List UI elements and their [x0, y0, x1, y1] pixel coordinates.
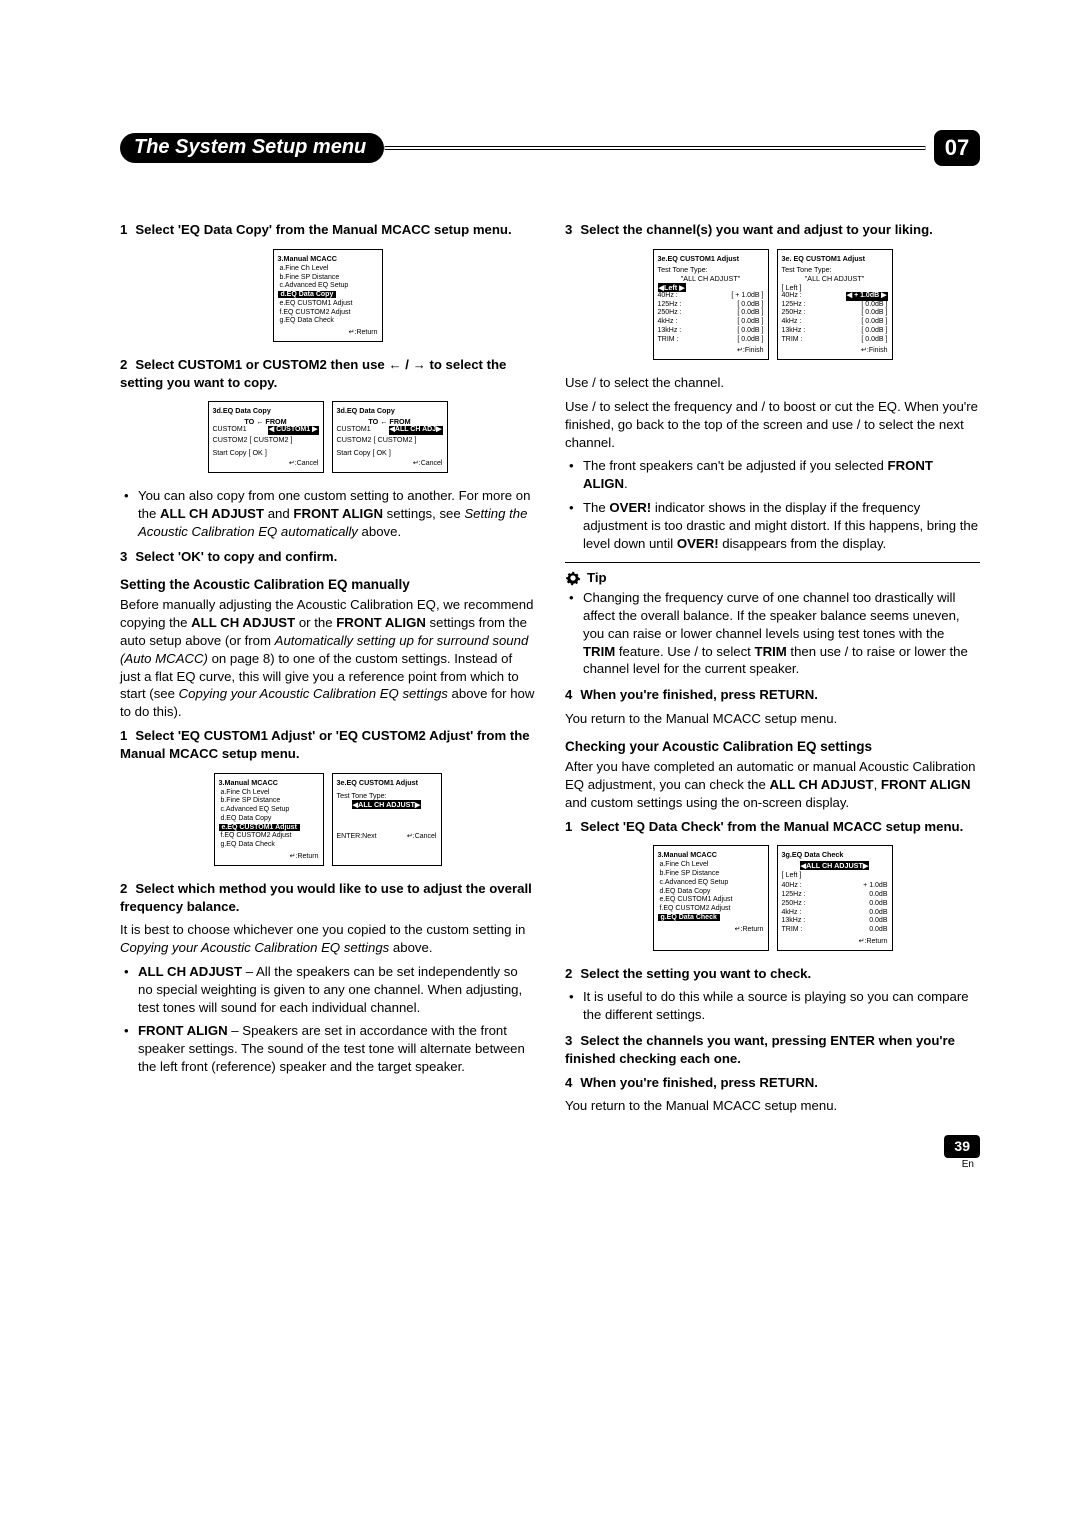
paragraph: Before manually adjusting the Acoustic C…: [120, 596, 535, 721]
left-column: 1 Select 'EQ Data Copy' from the Manual M…: [120, 221, 535, 1172]
paragraph: You return to the Manual MCACC setup men…: [565, 710, 980, 728]
step-label: Select the channels you want, pressing E…: [565, 1033, 955, 1066]
method-all-ch: ALL CH ADJUST – All the speakers can be …: [138, 963, 535, 1016]
note-list: It is useful to do this while a source i…: [565, 988, 980, 1024]
cstep-3: 3Select the channels you want, pressing …: [565, 1032, 980, 1068]
tip-list: Changing the frequency curve of one chan…: [565, 589, 980, 678]
lcd-panel-custom-adjust: 3e.EQ CUSTOM1 AdjustTest Tone Type:◀ALL …: [332, 773, 442, 866]
paragraph: After you have completed an automatic or…: [565, 758, 980, 811]
instruction: Use / to select the channel.: [565, 374, 980, 392]
method-list: ALL CH ADJUST – All the speakers can be …: [120, 963, 535, 1076]
header-rule: [384, 146, 926, 150]
step-label: Select CUSTOM1 or CUSTOM2 then use ← / →…: [120, 357, 506, 390]
step-num: 2: [120, 881, 127, 896]
two-column-layout: 1 Select 'EQ Data Copy' from the Manual M…: [120, 221, 980, 1172]
lcd-panel-data-check: 3g.EQ Data Check◀ALL CH ADJUST▶[ Left ]4…: [777, 845, 893, 950]
panel-group-3: 3.Manual MCACC a.Fine Ch Level b.Fine SP…: [120, 773, 535, 866]
lcd-panel-copy-a: 3d.EQ Data CopyTO ← FROMCUSTOM1◀ CUSTOM1…: [208, 401, 324, 473]
cstep-4: 4 When you're finished, press RETURN.: [565, 1074, 980, 1092]
step-num: 2: [120, 357, 127, 372]
page-footer: 39 En: [565, 1135, 980, 1171]
chapter-number-badge: 07: [934, 130, 980, 166]
panel-group-5: 3.Manual MCACC a.Fine Ch Level b.Fine SP…: [565, 845, 980, 950]
section-title: The System Setup menu: [120, 133, 384, 163]
page: The System Setup menu 07 1 Select 'EQ Dat…: [0, 0, 1080, 1212]
lcd-panel-mcacc-2: 3.Manual MCACC a.Fine Ch Level b.Fine SP…: [214, 773, 324, 866]
page-header: The System Setup menu 07: [120, 130, 980, 166]
step-label: Select 'OK' to copy and confirm.: [135, 549, 337, 564]
step-3: 3 Select 'OK' to copy and confirm.: [120, 548, 535, 566]
subheading-check-eq: Checking your Acoustic Calibration EQ se…: [565, 738, 980, 756]
cstep-1: 1 Select 'EQ Data Check' from the Manual …: [565, 818, 980, 836]
step-num: 4: [565, 1075, 572, 1090]
step-label: When you're finished, press RETURN.: [580, 1075, 818, 1090]
lcd-panel-adjust-b: 3e. EQ CUSTOM1 AdjustTest Tone Type:"ALL…: [777, 249, 893, 360]
tip-heading: Tip: [565, 562, 980, 587]
page-language: En: [565, 1158, 980, 1172]
gear-icon: [565, 570, 581, 586]
step-1: 1 Select 'EQ Data Copy' from the Manual M…: [120, 221, 535, 239]
step-num: 1: [120, 222, 127, 237]
cstep-2: 2 Select the setting you want to check.: [565, 965, 980, 983]
lcd-panel-copy-b: 3d.EQ Data CopyTO ← FROMCUSTOM1◀ALL CH A…: [332, 401, 448, 473]
panel-group-1: 3.Manual MCACC a.Fine Ch Level b.Fine SP…: [120, 249, 535, 342]
panel-group-2: 3d.EQ Data CopyTO ← FROMCUSTOM1◀ CUSTOM1…: [120, 401, 535, 473]
tip-label: Tip: [587, 569, 607, 587]
note-list: You can also copy from one custom settin…: [120, 487, 535, 540]
step-label: Select the channel(s) you want and adjus…: [580, 222, 932, 237]
note-item: The OVER! indicator shows in the display…: [583, 499, 980, 552]
step-num: 1: [120, 728, 127, 743]
notes-right: The front speakers can't be adjusted if …: [565, 457, 980, 552]
step-num: 1: [565, 819, 572, 834]
step-num: 2: [565, 966, 572, 981]
note-item: The front speakers can't be adjusted if …: [583, 457, 980, 493]
subheading-manual-eq: Setting the Acoustic Calibration EQ manu…: [120, 576, 535, 594]
right-column: 3 Select the channel(s) you want and adju…: [565, 221, 980, 1172]
step-num: 4: [565, 687, 572, 702]
paragraph: It is best to choose whichever one you c…: [120, 921, 535, 957]
step-label: Select which method you would like to us…: [120, 881, 532, 914]
lcd-panel-mcacc: 3.Manual MCACC a.Fine Ch Level b.Fine SP…: [273, 249, 383, 342]
step-label: Select the setting you want to check.: [580, 966, 811, 981]
note-item: You can also copy from one custom settin…: [138, 487, 535, 540]
instruction: Use / to select the frequency and / to b…: [565, 398, 980, 451]
lcd-panel-adjust-a: 3e.EQ CUSTOM1 AdjustTest Tone Type:"ALL …: [653, 249, 769, 360]
note-item: It is useful to do this while a source i…: [583, 988, 980, 1024]
method-front-align: FRONT ALIGN – Speakers are set in accord…: [138, 1022, 535, 1075]
step-2: 2Select CUSTOM1 or CUSTOM2 then use ← / …: [120, 356, 535, 392]
page-number-badge: 39: [944, 1135, 980, 1158]
mstep-2: 2Select which method you would like to u…: [120, 880, 535, 916]
panel-group-4: 3e.EQ CUSTOM1 AdjustTest Tone Type:"ALL …: [565, 249, 980, 360]
tip-item: Changing the frequency curve of one chan…: [583, 589, 980, 678]
mstep-1: 1Select 'EQ CUSTOM1 Adjust' or 'EQ CUSTO…: [120, 727, 535, 763]
rstep-4: 4 When you're finished, press RETURN.: [565, 686, 980, 704]
step-label: Select 'EQ CUSTOM1 Adjust' or 'EQ CUSTOM…: [120, 728, 530, 761]
step-label: Select 'EQ Data Copy' from the Manual MC…: [135, 222, 511, 237]
step-num: 3: [565, 222, 572, 237]
step-num: 3: [565, 1033, 572, 1048]
step-label: Select 'EQ Data Check' from the Manual M…: [580, 819, 963, 834]
step-label: When you're finished, press RETURN.: [580, 687, 818, 702]
lcd-panel-mcacc-3: 3.Manual MCACC a.Fine Ch Level b.Fine SP…: [653, 845, 769, 950]
rstep-3: 3 Select the channel(s) you want and adju…: [565, 221, 980, 239]
paragraph: You return to the Manual MCACC setup men…: [565, 1097, 980, 1115]
step-num: 3: [120, 549, 127, 564]
